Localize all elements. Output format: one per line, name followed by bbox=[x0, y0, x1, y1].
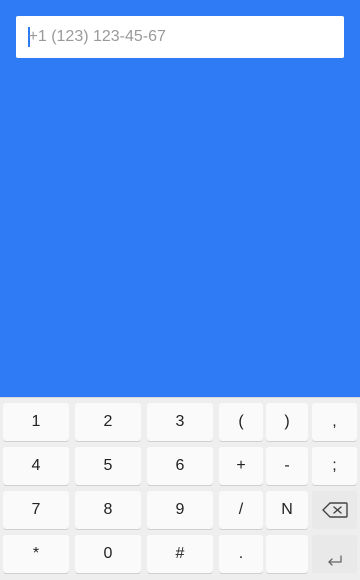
backspace-icon bbox=[321, 502, 348, 518]
key-4[interactable]: 4 bbox=[3, 447, 69, 485]
key-asterisk[interactable]: * bbox=[3, 535, 69, 573]
backspace-key[interactable] bbox=[312, 491, 357, 529]
key-n[interactable]: N bbox=[266, 491, 308, 529]
key-slash[interactable]: / bbox=[219, 491, 263, 529]
enter-icon bbox=[327, 555, 342, 566]
key-9[interactable]: 9 bbox=[147, 491, 213, 529]
key-7[interactable]: 7 bbox=[3, 491, 69, 529]
key-1[interactable]: 1 bbox=[3, 403, 69, 441]
phone-input[interactable] bbox=[28, 28, 329, 46]
phone-field[interactable] bbox=[16, 16, 344, 58]
app-screen: 1 2 3 ( ) , 4 5 6 + - ; 7 8 9 / N * 0 # … bbox=[0, 0, 360, 580]
key-plus[interactable]: + bbox=[219, 447, 263, 485]
key-minus[interactable]: - bbox=[266, 447, 308, 485]
key-8[interactable]: 8 bbox=[75, 491, 141, 529]
key-3[interactable]: 3 bbox=[147, 403, 213, 441]
key-0[interactable]: 0 bbox=[75, 535, 141, 573]
key-period[interactable]: . bbox=[219, 535, 263, 573]
key-2[interactable]: 2 bbox=[75, 403, 141, 441]
key-close-paren[interactable]: ) bbox=[266, 403, 308, 441]
key-blank[interactable] bbox=[266, 535, 308, 573]
key-semicolon[interactable]: ; bbox=[312, 447, 357, 485]
numeric-keyboard: 1 2 3 ( ) , 4 5 6 + - ; 7 8 9 / N * 0 # … bbox=[0, 397, 360, 580]
key-5[interactable]: 5 bbox=[75, 447, 141, 485]
key-6[interactable]: 6 bbox=[147, 447, 213, 485]
key-hash[interactable]: # bbox=[147, 535, 213, 573]
enter-key[interactable] bbox=[312, 535, 357, 573]
key-comma[interactable]: , bbox=[312, 403, 357, 441]
key-open-paren[interactable]: ( bbox=[219, 403, 263, 441]
